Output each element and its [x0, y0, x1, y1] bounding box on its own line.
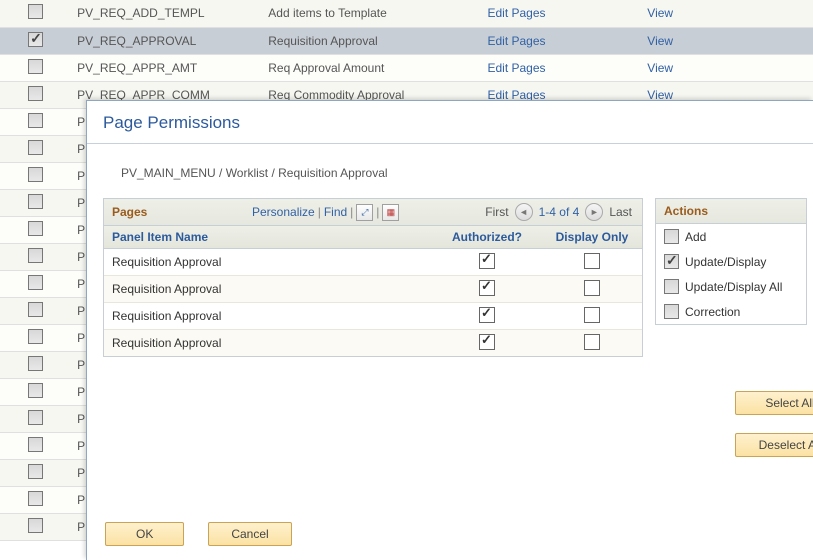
row-checkbox[interactable] — [28, 59, 43, 74]
row-checkbox[interactable] — [28, 464, 43, 479]
personalize-link[interactable]: Personalize — [252, 205, 315, 219]
display-only-checkbox[interactable] — [584, 280, 600, 296]
row-checkbox[interactable] — [28, 437, 43, 452]
action-item: Add — [656, 224, 806, 249]
table-row[interactable]: PV_REQ_ADD_TEMPLAdd items to Template Edi… — [0, 0, 813, 27]
action-label: Add — [685, 230, 706, 244]
action-item: Update/Display — [656, 249, 806, 274]
row-checkbox[interactable] — [28, 410, 43, 425]
row-checkbox[interactable] — [28, 194, 43, 209]
display-only-checkbox[interactable] — [584, 334, 600, 350]
row-checkbox[interactable] — [28, 86, 43, 101]
view-link[interactable]: View — [647, 6, 673, 20]
cancel-button[interactable]: Cancel — [208, 522, 291, 546]
page-permissions-dialog: Page Permissions PV_MAIN_MENU / Worklist… — [86, 100, 813, 560]
authorized-checkbox[interactable] — [479, 253, 495, 269]
row-checkbox[interactable] — [28, 167, 43, 182]
row-name: PV_REQ_APPROVAL — [71, 27, 262, 54]
action-label: Update/Display — [685, 255, 766, 269]
action-checkbox[interactable] — [664, 304, 679, 319]
col-authorized: Authorized? — [432, 230, 542, 244]
authorized-checkbox[interactable] — [479, 280, 495, 296]
actions-panel: Actions Add Update/Display Update/Display … — [655, 198, 807, 325]
authorized-checkbox[interactable] — [479, 334, 495, 350]
nav-first[interactable]: First — [485, 205, 508, 219]
row-checkbox[interactable] — [28, 140, 43, 155]
row-checkbox[interactable] — [28, 248, 43, 263]
row-checkbox[interactable] — [28, 275, 43, 290]
row-checkbox[interactable] — [28, 329, 43, 344]
row-checkbox[interactable] — [28, 356, 43, 371]
action-checkbox[interactable] — [664, 254, 679, 269]
edit-pages-link[interactable]: Edit Pages — [487, 61, 545, 75]
find-link[interactable]: Find — [324, 205, 347, 219]
nav-next-icon[interactable]: ► — [585, 203, 603, 221]
pages-grid-row: Requisition Approval — [104, 303, 642, 330]
edit-pages-link[interactable]: Edit Pages — [487, 6, 545, 20]
action-item: Update/Display All — [656, 274, 806, 299]
view-link[interactable]: View — [647, 34, 673, 48]
row-checkbox[interactable] — [28, 491, 43, 506]
nav-prev-icon[interactable]: ◄ — [515, 203, 533, 221]
action-item: Correction — [656, 299, 806, 324]
panel-item-name: Requisition Approval — [104, 336, 432, 350]
select-all-button[interactable]: Select All — [735, 391, 813, 415]
pages-grid-row: Requisition Approval — [104, 249, 642, 276]
edit-pages-link[interactable]: Edit Pages — [487, 34, 545, 48]
action-label: Update/Display All — [685, 280, 782, 294]
pages-grid-row: Requisition Approval — [104, 330, 642, 356]
row-desc: Add items to Template — [262, 0, 481, 27]
display-only-checkbox[interactable] — [584, 253, 600, 269]
row-checkbox[interactable] — [28, 113, 43, 128]
action-checkbox[interactable] — [664, 279, 679, 294]
row-desc: Requisition Approval — [262, 27, 481, 54]
panel-item-name: Requisition Approval — [104, 282, 432, 296]
dialog-title: Page Permissions — [87, 101, 813, 144]
pages-grid: Pages Personalize | Find | ⤢ | ▦ First ◄… — [103, 198, 643, 357]
action-checkbox[interactable] — [664, 229, 679, 244]
row-name: PV_REQ_APPR_AMT — [71, 54, 262, 81]
row-desc: Req Approval Amount — [262, 54, 481, 81]
breadcrumb: PV_MAIN_MENU / Worklist / Requisition Ap… — [87, 144, 813, 198]
download-icon[interactable]: ▦ — [382, 204, 399, 221]
col-panel-item-name: Panel Item Name — [104, 230, 432, 244]
ok-button[interactable]: OK — [105, 522, 184, 546]
row-checkbox[interactable] — [28, 302, 43, 317]
view-link[interactable]: View — [647, 61, 673, 75]
pages-grid-title: Pages — [104, 205, 252, 219]
row-checkbox[interactable] — [28, 4, 43, 19]
zoom-icon[interactable]: ⤢ — [356, 204, 373, 221]
row-name: PV_REQ_ADD_TEMPL — [71, 0, 262, 27]
nav-range[interactable]: 1-4 of 4 — [539, 205, 580, 219]
display-only-checkbox[interactable] — [584, 307, 600, 323]
row-checkbox[interactable] — [28, 383, 43, 398]
pages-grid-row: Requisition Approval — [104, 276, 642, 303]
table-row[interactable]: PV_REQ_APPROVALRequisition Approval Edit … — [0, 27, 813, 54]
col-display-only: Display Only — [542, 230, 642, 244]
action-label: Correction — [685, 305, 740, 319]
panel-item-name: Requisition Approval — [104, 309, 432, 323]
authorized-checkbox[interactable] — [479, 307, 495, 323]
deselect-all-button[interactable]: Deselect All — [735, 433, 813, 457]
row-checkbox[interactable] — [28, 32, 43, 47]
table-row[interactable]: PV_REQ_APPR_AMTReq Approval Amount Edit P… — [0, 54, 813, 81]
actions-title: Actions — [656, 199, 806, 224]
nav-last[interactable]: Last — [609, 205, 632, 219]
row-checkbox[interactable] — [28, 518, 43, 533]
row-checkbox[interactable] — [28, 221, 43, 236]
panel-item-name: Requisition Approval — [104, 255, 432, 269]
